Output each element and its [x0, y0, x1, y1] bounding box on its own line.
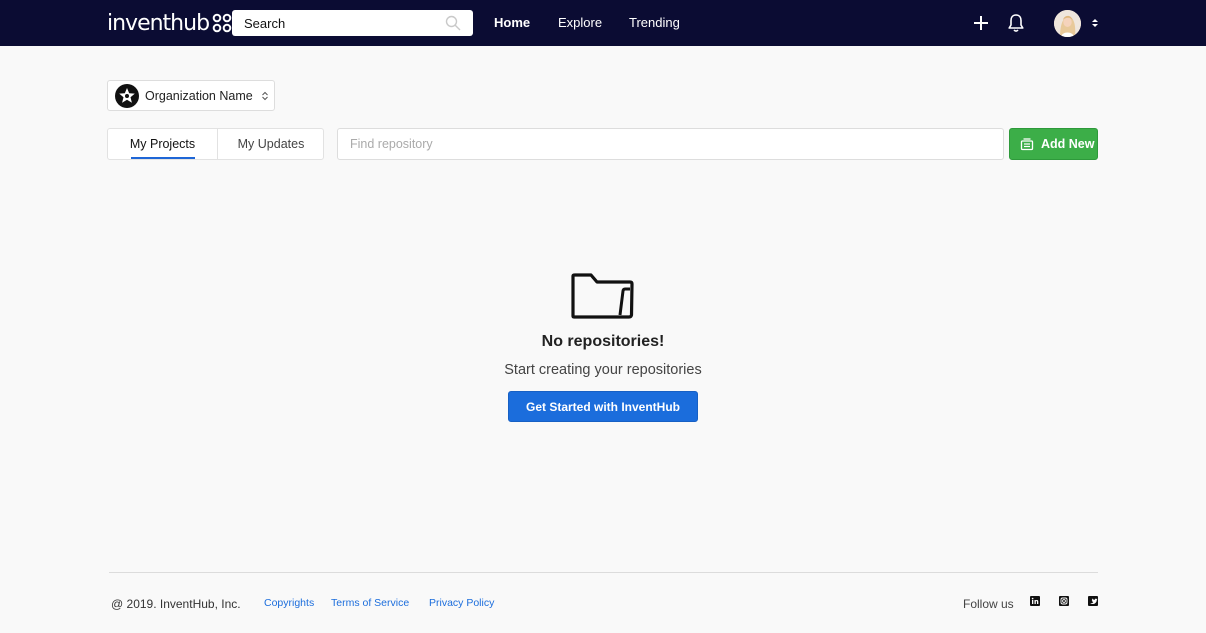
organization-name: Organization Name: [145, 89, 253, 103]
tab-my-projects-label: My Projects: [129, 137, 196, 151]
nav-home[interactable]: Home: [494, 15, 530, 30]
tab-my-updates[interactable]: My Updates: [217, 129, 324, 159]
top-navbar: inventhub Home Explore Trending: [0, 0, 1206, 46]
nav-explore[interactable]: Explore: [558, 15, 602, 30]
folder-icon: [571, 273, 634, 319]
tab-my-projects[interactable]: My Projects: [108, 129, 217, 159]
tab-my-updates-label: My Updates: [237, 137, 305, 151]
organization-logo-icon: [115, 84, 139, 108]
global-search[interactable]: [232, 10, 473, 36]
avatar-image: [1054, 10, 1081, 37]
global-search-input[interactable]: [244, 15, 434, 31]
bell-icon[interactable]: [1007, 13, 1025, 33]
linkedin-icon[interactable]: [1030, 596, 1040, 606]
nav-trending[interactable]: Trending: [629, 15, 680, 30]
footer-copyright: @ 2019. InventHub, Inc.: [111, 597, 241, 611]
active-tab-indicator: [131, 157, 195, 159]
brand-logo[interactable]: inventhub: [107, 10, 232, 36]
add-repository-icon: [1020, 138, 1034, 151]
project-tabs: My Projects My Updates: [107, 128, 324, 160]
add-new-button[interactable]: Add New: [1009, 128, 1098, 160]
brand-mark-icon: [212, 13, 232, 33]
find-repository[interactable]: [337, 128, 1004, 160]
follow-us-label: Follow us: [963, 597, 1014, 611]
search-icon[interactable]: [445, 15, 461, 31]
plus-icon[interactable]: [972, 14, 990, 32]
organization-select[interactable]: Organization Name: [107, 80, 275, 111]
empty-state-title: No repositories!: [541, 333, 665, 350]
footer-divider: [109, 572, 1098, 573]
brand-logo-text: inventhub: [107, 10, 210, 36]
user-avatar[interactable]: [1054, 10, 1081, 37]
instagram-icon[interactable]: [1059, 596, 1069, 606]
footer-link-terms[interactable]: Terms of Service: [331, 597, 409, 609]
caret-icon[interactable]: [1091, 17, 1099, 29]
add-new-label: Add New: [1041, 137, 1095, 151]
footer-link-copyrights[interactable]: Copyrights: [264, 597, 314, 609]
empty-state-subtitle: Start creating your repositories: [504, 362, 702, 378]
find-repository-input[interactable]: [350, 137, 990, 151]
get-started-button[interactable]: Get Started with InventHub: [508, 391, 698, 422]
footer-link-privacy[interactable]: Privacy Policy: [429, 597, 494, 609]
twitter-icon[interactable]: [1088, 596, 1098, 606]
select-caret-icon: [262, 91, 268, 101]
